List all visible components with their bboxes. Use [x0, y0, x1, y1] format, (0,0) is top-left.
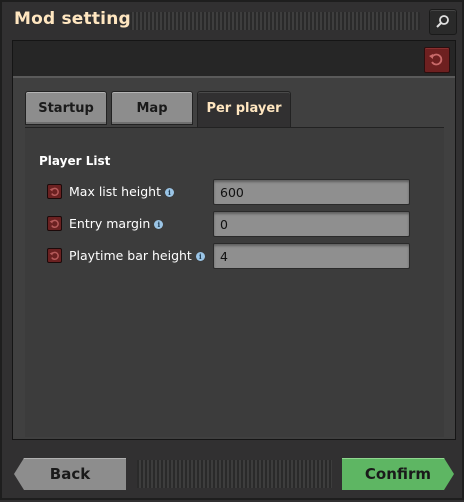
reset-icon	[49, 187, 59, 196]
setting-row-max-list-height: Max list height i	[47, 179, 417, 205]
back-button[interactable]: Back	[14, 458, 126, 490]
setting-reset-button[interactable]	[47, 216, 62, 231]
setting-row-entry-margin: Entry margin i	[47, 211, 417, 237]
tab-startup[interactable]: Startup	[25, 91, 107, 125]
settings-tabs: Startup Map Per player	[25, 91, 455, 128]
dialog-footer: Back Confirm	[2, 450, 464, 502]
setting-label: Entry margin i	[69, 216, 164, 231]
reset-icon	[49, 219, 59, 228]
setting-reset-button[interactable]	[47, 248, 62, 263]
entry-margin-input[interactable]	[213, 211, 410, 237]
window-drag-handle[interactable]	[130, 12, 420, 30]
search-button[interactable]	[429, 9, 457, 35]
playtime-bar-height-input[interactable]	[213, 243, 410, 269]
footer-drag-handle[interactable]	[137, 460, 332, 488]
setting-label: Playtime bar height i	[69, 248, 205, 263]
reset-all-button[interactable]	[424, 47, 450, 73]
setting-row-playtime-bar-height: Playtime bar height i	[47, 243, 417, 269]
settings-subheader	[13, 41, 455, 78]
reset-icon	[49, 251, 59, 260]
tab-map[interactable]: Map	[111, 91, 193, 125]
reset-icon	[429, 53, 443, 66]
window-title: Mod settings	[14, 9, 142, 29]
info-icon[interactable]: i	[154, 220, 164, 229]
setting-label: Max list height i	[69, 184, 174, 199]
tab-per-player[interactable]: Per player	[197, 91, 291, 128]
search-icon	[436, 15, 449, 28]
settings-panel: Startup Map Per player Player List Max l…	[12, 40, 456, 440]
info-icon[interactable]: i	[195, 252, 205, 261]
tab-content: Player List Max list height i 600 Entry …	[25, 127, 444, 437]
title-bar: Mod settings	[2, 2, 464, 38]
setting-reset-button[interactable]	[47, 184, 62, 199]
mod-settings-window: Mod settings Startup Map Per player Play…	[0, 0, 464, 500]
section-title: Player List	[39, 154, 111, 168]
confirm-button[interactable]: Confirm	[342, 458, 454, 490]
info-icon[interactable]: i	[165, 188, 174, 197]
max-list-height-input[interactable]	[213, 179, 410, 205]
